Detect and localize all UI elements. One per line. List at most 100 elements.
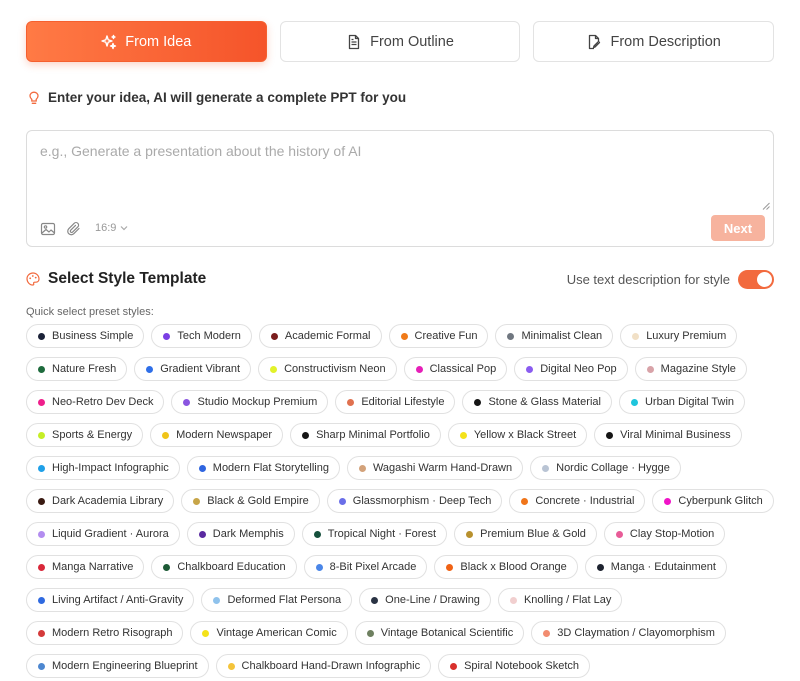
style-color-dot — [606, 431, 614, 439]
style-chip[interactable]: Modern Retro Risograph — [26, 621, 184, 645]
style-color-dot — [459, 431, 467, 439]
style-chip[interactable]: Dark Academia Library — [26, 489, 175, 513]
style-color-dot — [270, 332, 278, 340]
style-color-dot — [163, 332, 171, 340]
style-chip[interactable]: Modern Newspaper — [150, 423, 284, 447]
style-chip-label: Business Simple — [52, 330, 134, 342]
tab-from-outline[interactable]: From Outline — [279, 21, 521, 62]
style-chip-label: Stone & Glass Material — [488, 396, 601, 408]
style-chip[interactable]: Premium Blue & Gold — [454, 522, 597, 546]
tab-label: From Description — [610, 33, 721, 50]
style-chip[interactable]: Sharp Minimal Portfolio — [290, 423, 441, 447]
style-color-dot — [366, 629, 374, 637]
style-color-dot — [163, 563, 171, 571]
style-chip[interactable]: Liquid Gradient · Aurora — [26, 522, 180, 546]
style-chip[interactable]: Chalkboard Education — [151, 555, 297, 579]
style-chip-label: Sharp Minimal Portfolio — [316, 429, 430, 441]
section-title-text: Select Style Template — [48, 270, 207, 287]
style-chip[interactable]: Viral Minimal Business — [594, 423, 742, 447]
style-chip[interactable]: 3D Claymation / Clayomorphism — [531, 621, 726, 645]
style-chip[interactable]: Wagashi Warm Hand-Drawn — [346, 456, 524, 480]
style-color-dot — [466, 530, 474, 538]
style-color-dot — [198, 464, 206, 472]
style-chip-label: Academic Formal — [284, 330, 371, 342]
style-chip-label: Deformed Flat Persona — [227, 594, 342, 606]
style-chip[interactable]: Spiral Notebook Sketch — [438, 654, 591, 678]
style-chip[interactable]: Chalkboard Hand-Drawn Infographic — [215, 654, 432, 678]
style-chip[interactable]: Minimalist Clean — [495, 324, 614, 348]
style-chip[interactable]: Manga Narrative — [26, 555, 145, 579]
style-chip[interactable]: Sports & Energy — [26, 423, 144, 447]
style-chip[interactable]: One-Line / Drawing — [359, 588, 491, 612]
style-chip[interactable]: Vintage Botanical Scientific — [354, 621, 525, 645]
style-chip-label: Tech Modern — [177, 330, 241, 342]
style-color-dot — [507, 332, 515, 340]
style-chip[interactable]: Stone & Glass Material — [462, 390, 612, 414]
style-chip[interactable]: Concrete · Industrial — [509, 489, 646, 513]
paperclip-icon[interactable] — [66, 221, 82, 237]
style-chip[interactable]: High-Impact Infographic — [26, 456, 180, 480]
tab-label: From Idea — [125, 33, 192, 50]
style-chip[interactable]: Knolling / Flat Lay — [497, 588, 623, 612]
style-chip[interactable]: Urban Digital Twin — [618, 390, 746, 414]
document-icon — [348, 34, 360, 49]
style-chip[interactable]: Studio Mockup Premium — [171, 390, 329, 414]
style-chip-label: Tropical Night · Forest — [327, 528, 437, 540]
style-chip-label: Viral Minimal Business — [620, 429, 731, 441]
style-chip[interactable]: Academic Formal — [258, 324, 382, 348]
tab-from-description[interactable]: From Description — [533, 21, 775, 62]
style-chip[interactable]: Gradient Vibrant — [134, 357, 252, 381]
style-chip[interactable]: Modern Engineering Blueprint — [26, 654, 209, 678]
style-chip-label: Wagashi Warm Hand-Drawn — [372, 462, 513, 474]
style-chip[interactable]: Luxury Premium — [620, 324, 738, 348]
style-chip[interactable]: Nature Fresh — [26, 357, 128, 381]
style-chip[interactable]: Black & Gold Empire — [181, 489, 320, 513]
style-chip[interactable]: Clay Stop-Motion — [603, 522, 726, 546]
style-color-dot — [596, 563, 604, 571]
style-color-dot — [400, 332, 408, 340]
text-description-toggle[interactable] — [738, 270, 774, 289]
style-chip[interactable]: Living Artifact / Anti-Gravity — [26, 588, 195, 612]
style-chip[interactable]: Manga · Edutainment — [584, 555, 727, 579]
style-chip[interactable]: 8-Bit Pixel Arcade — [303, 555, 428, 579]
style-chip[interactable]: Tech Modern — [151, 324, 252, 348]
style-chip-label: Gradient Vibrant — [160, 363, 241, 375]
style-chip[interactable]: Business Simple — [26, 324, 145, 348]
style-chip-label: One-Line / Drawing — [385, 594, 480, 606]
style-chip[interactable]: Constructivism Neon — [258, 357, 397, 381]
style-chip[interactable]: Editorial Lifestyle — [335, 390, 456, 414]
style-chip[interactable]: Nordic Collage · Hygge — [530, 456, 681, 480]
style-chip[interactable]: Vintage American Comic — [190, 621, 348, 645]
tab-from-idea[interactable]: From Idea — [26, 21, 267, 62]
style-color-dot — [313, 530, 321, 538]
resize-handle-icon[interactable] — [762, 202, 770, 210]
style-chip[interactable]: Classical Pop — [403, 357, 508, 381]
style-chip[interactable]: Dark Memphis — [186, 522, 295, 546]
style-chip[interactable]: Deformed Flat Persona — [201, 588, 353, 612]
style-color-dot — [38, 497, 45, 505]
style-chip[interactable]: Creative Fun — [388, 324, 489, 348]
style-chip-label: Nature Fresh — [52, 363, 117, 375]
style-color-dot — [146, 365, 154, 373]
idea-input[interactable] — [40, 143, 755, 207]
style-chip[interactable]: Magazine Style — [634, 357, 747, 381]
style-color-dot — [358, 464, 366, 472]
style-color-dot — [213, 596, 221, 604]
style-chip[interactable]: Glassmorphism · Deep Tech — [326, 489, 503, 513]
style-chip[interactable]: Digital Neo Pop — [514, 357, 628, 381]
style-chip[interactable]: Black x Blood Orange — [434, 555, 578, 579]
style-chip[interactable]: Modern Flat Storytelling — [186, 456, 340, 480]
style-chip[interactable]: Yellow x Black Street — [447, 423, 588, 447]
lightbulb-icon — [29, 91, 39, 104]
idea-input-box: 16:9 Next — [26, 130, 774, 247]
aspect-ratio-select[interactable]: 16:9 — [95, 222, 128, 234]
next-button[interactable]: Next — [711, 215, 765, 241]
style-chip[interactable]: Cyberpunk Glitch — [652, 489, 774, 513]
image-upload-icon[interactable] — [40, 221, 56, 237]
style-chip[interactable]: Neo-Retro Dev Deck — [26, 390, 165, 414]
style-color-dot — [315, 563, 323, 571]
style-chip[interactable]: Tropical Night · Forest — [301, 522, 448, 546]
style-color-dot — [474, 398, 482, 406]
style-chip-label: Yellow x Black Street — [473, 429, 577, 441]
style-color-dot — [347, 398, 355, 406]
